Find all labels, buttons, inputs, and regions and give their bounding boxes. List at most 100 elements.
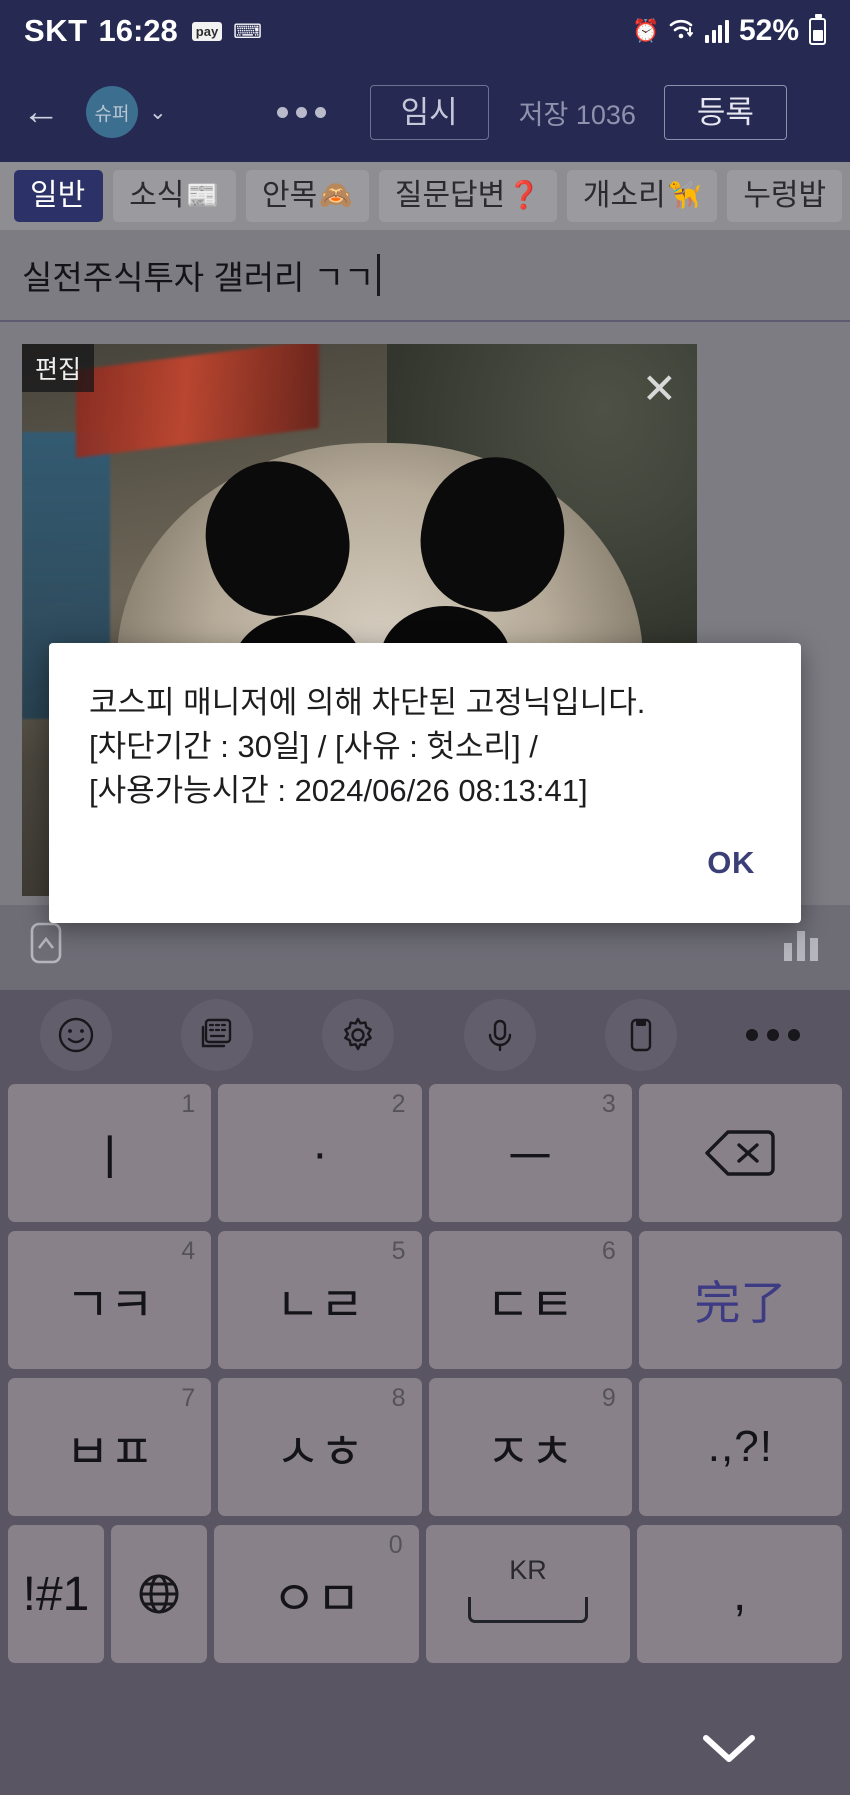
close-icon[interactable]: ✕ (642, 368, 677, 410)
see-no-evil-monkey-icon: 🙈 (319, 180, 353, 211)
key-giyeok-kieuk[interactable]: 4 ㄱㅋ (8, 1231, 212, 1369)
key-label: ㅂㅍ (65, 1426, 154, 1479)
key-i[interactable]: 1 ㅣ (8, 1084, 212, 1222)
clipboard-keyboard-icon[interactable] (181, 999, 254, 1071)
block-notice-dialog: 코스피 매니저에 의해 차단된 고정닉입니다. [차단기간 : 30일] / [… (49, 643, 801, 923)
samsung-pay-icon: pay (191, 21, 223, 41)
key-label: ㅣ (87, 1132, 132, 1185)
navigation-bar (0, 1700, 850, 1795)
key-nieun-rieul[interactable]: 5 ㄴㄹ (218, 1231, 422, 1369)
key-number: 4 (181, 1237, 196, 1265)
edit-image-badge[interactable]: 편집 (22, 344, 95, 392)
signal-bars-icon (705, 19, 729, 43)
keyboard-row: 7 ㅂㅍ 8 ㅅㅎ 9 ㅈㅊ .,?! (8, 1378, 842, 1516)
tab-label: 누렁밥 (743, 179, 827, 213)
back-arrow-icon[interactable]: ← (22, 91, 78, 134)
key-number: 9 (601, 1384, 616, 1412)
clock-label: 16:28 (98, 13, 178, 48)
battery-icon (809, 13, 826, 45)
category-tab-strip[interactable]: 일반 소식 📰 안목 🙈 질문답변 ❓ 개소리 🦮 누렁밥 (0, 162, 850, 230)
clipboard-icon[interactable] (604, 999, 677, 1071)
key-siot-hieut[interactable]: 8 ㅅㅎ (218, 1378, 422, 1516)
key-label: ㅈㅊ (485, 1426, 575, 1479)
title-input-row[interactable]: 실전주식투자 갤러리 ㄱㄱ (0, 230, 850, 322)
tab-anmok[interactable]: 안목 🙈 (246, 170, 369, 222)
more-horizontal-icon[interactable] (746, 1029, 801, 1041)
carrier-label: SKT (24, 13, 88, 48)
key-digeut-tieut[interactable]: 6 ㄷㅌ (428, 1231, 632, 1369)
microphone-icon[interactable] (463, 999, 536, 1071)
key-symbols[interactable]: !#1 (8, 1525, 104, 1663)
alarm-icon: ⏰ (632, 18, 660, 43)
tab-label: 질문답변 (394, 179, 506, 213)
tab-news[interactable]: 소식 📰 (113, 170, 237, 222)
key-label: · (311, 1126, 328, 1180)
key-label: ㅅㅎ (275, 1426, 365, 1479)
guide-dog-icon: 🦮 (667, 180, 702, 211)
key-label: KR (509, 1555, 547, 1585)
spacebar-glyph (468, 1597, 588, 1623)
tab-gaesori[interactable]: 개소리 🦮 (566, 170, 718, 222)
chevron-down-icon[interactable] (698, 1728, 760, 1768)
key-bieup-pieup[interactable]: 7 ㅂㅍ (8, 1378, 212, 1516)
status-bar: SKT 16:28 pay ⌨ ⏰ 52% (0, 0, 850, 62)
key-label: .,?! (707, 1422, 773, 1471)
status-bar-right: ⏰ 52% (632, 13, 826, 48)
key-comma[interactable]: , (637, 1525, 843, 1663)
dialog-message-line-2: [차단기간 : 30일] / [사유 : 헛소리] / (89, 729, 538, 765)
key-number: 8 (391, 1384, 406, 1412)
title-input[interactable]: 실전주식투자 갤러리 ㄱㄱ (22, 251, 380, 299)
text-caret (377, 254, 380, 296)
dialog-message-line-1: 코스피 매니저에 의해 차단된 고정닉입니다. (89, 685, 646, 720)
tab-qna[interactable]: 질문답변 ❓ (378, 170, 557, 222)
key-label: ㄱㅋ (65, 1279, 154, 1332)
gear-icon[interactable] (322, 999, 395, 1071)
key-label: ㄴㄹ (275, 1279, 365, 1332)
key-jieut-chieut[interactable]: 9 ㅈㅊ (428, 1378, 632, 1516)
submit-button[interactable]: 등록 (663, 84, 787, 140)
key-label: ㄷㅌ (485, 1279, 575, 1332)
keyboard-toolbar[interactable] (0, 990, 850, 1080)
keyboard-row: 1 ㅣ 2 · 3 ㅡ (8, 1084, 842, 1222)
ok-button[interactable]: OK (707, 845, 755, 880)
key-eu[interactable]: 3 ㅡ (428, 1084, 632, 1222)
key-label: 完了 (694, 1277, 787, 1329)
key-dot[interactable]: 2 · (218, 1084, 422, 1222)
tab-label: 개소리 (582, 179, 666, 213)
chevron-down-icon[interactable]: ⌄ (149, 100, 167, 125)
key-number: 5 (391, 1237, 406, 1265)
keyboard-keys[interactable]: 1 ㅣ 2 · 3 ㅡ 4 ㄱㅋ 5 ㄴㄹ 6 ㄷㅌ 完了 7 ㅂㅍ 8 ㅅㅎ … (0, 1080, 850, 1663)
key-number: 6 (601, 1237, 616, 1265)
title-input-value: 실전주식투자 갤러리 ㄱㄱ (22, 259, 375, 296)
keyboard-row: !#1 0 ㅇㅁ KR , (8, 1525, 843, 1663)
keyboard-row: 4 ㄱㅋ 5 ㄴㄹ 6 ㄷㅌ 完了 (8, 1231, 842, 1369)
dialog-actions: OK (707, 845, 755, 881)
status-bar-left: SKT 16:28 pay ⌨ (24, 13, 262, 49)
wifi-icon (669, 18, 695, 44)
avatar[interactable]: 슈퍼 (86, 86, 138, 138)
more-horizontal-icon[interactable] (276, 106, 326, 118)
key-label: !#1 (22, 1567, 90, 1621)
battery-percent-label: 52% (738, 14, 799, 47)
chart-icon[interactable] (780, 923, 824, 973)
tab-general[interactable]: 일반 (14, 170, 104, 222)
key-punctuation[interactable]: .,?! (638, 1378, 842, 1516)
link-icon[interactable] (26, 920, 66, 976)
key-ieung-mieum[interactable]: 0 ㅇㅁ (214, 1525, 419, 1663)
key-done[interactable]: 完了 (638, 1231, 842, 1369)
screen-root: SKT 16:28 pay ⌨ ⏰ 52% ← 슈퍼 ⌄ 임시 저장 1036 … (0, 0, 850, 1795)
key-label: ㅇㅁ (272, 1573, 361, 1626)
soft-keyboard[interactable]: 1 ㅣ 2 · 3 ㅡ 4 ㄱㅋ 5 ㄴㄹ 6 ㄷㅌ 完了 7 ㅂㅍ 8 ㅅㅎ … (0, 990, 850, 1795)
key-space[interactable]: KR (425, 1525, 631, 1663)
question-mark-icon: ❓ (507, 180, 541, 211)
key-number: 1 (181, 1090, 196, 1118)
tab-label: 안목 (262, 179, 318, 213)
keyboard-icon: ⌨ (233, 20, 262, 43)
tab-nureongbap[interactable]: 누렁밥 (727, 170, 843, 222)
emoji-icon[interactable] (40, 999, 112, 1071)
temp-save-button[interactable]: 임시 (369, 84, 489, 140)
newspaper-icon: 📰 (186, 180, 221, 211)
globe-icon[interactable] (111, 1525, 207, 1663)
backspace-icon[interactable] (638, 1084, 842, 1222)
key-label: , (733, 1567, 747, 1621)
